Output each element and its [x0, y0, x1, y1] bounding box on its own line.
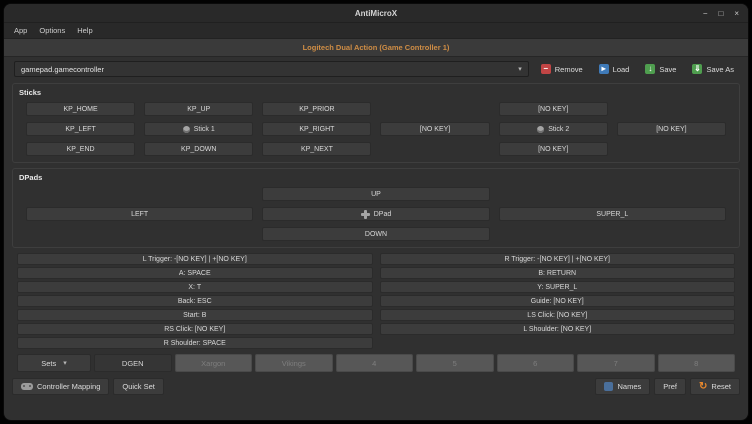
menu-app[interactable]: App [8, 26, 33, 35]
stick1-up-button[interactable]: KP_UP [144, 102, 253, 116]
window-controls: − □ × [703, 9, 739, 18]
b-button[interactable]: B: RETURN [380, 267, 736, 279]
load-label: Load [613, 65, 630, 74]
stick2-center-button[interactable]: Stick 2 [499, 122, 608, 136]
save-icon: ↓ [645, 64, 655, 74]
profile-toolbar: gamepad.gamecontroller ▾ − Remove ▸ Load… [4, 57, 748, 81]
set-button-8[interactable]: 8 [658, 354, 736, 372]
sticks-group: Sticks KP_HOME KP_UP KP_PRIOR [NO KEY] K… [12, 83, 740, 163]
remove-button[interactable]: − Remove [537, 62, 587, 76]
set-button-dgen[interactable]: DGEN [94, 354, 172, 372]
load-button[interactable]: ▸ Load [595, 62, 634, 76]
close-icon[interactable]: × [734, 9, 739, 18]
stick1-down-button[interactable]: KP_DOWN [144, 142, 253, 156]
profile-combobox-value: gamepad.gamecontroller [21, 65, 104, 74]
stick1-up-right-button[interactable]: KP_PRIOR [262, 102, 371, 116]
stick1-down-left-button[interactable]: KP_END [26, 142, 135, 156]
set-button-4[interactable]: 4 [336, 354, 414, 372]
dpad-right-button[interactable]: SUPER_L [499, 207, 726, 221]
sets-label: Sets [41, 359, 56, 368]
quick-set-button[interactable]: Quick Set [113, 378, 164, 395]
window-title: AntiMicroX [4, 9, 748, 18]
l-trigger-button[interactable]: L Trigger: -[NO KEY] | +[NO KEY] [17, 253, 373, 265]
sticks-group-title: Sticks [19, 88, 726, 97]
dpad-left-button[interactable]: LEFT [26, 207, 253, 221]
save-button[interactable]: ↓ Save [641, 62, 680, 76]
stick2-right-button[interactable]: [NO KEY] [617, 122, 726, 136]
pref-button[interactable]: Pref [654, 378, 686, 395]
names-label: Names [617, 382, 641, 391]
reset-label: Reset [711, 382, 731, 391]
remove-icon: − [541, 64, 551, 74]
bottom-bar: Controller Mapping Quick Set Names Pref … [4, 375, 748, 398]
r-shoulder-button[interactable]: R Shoulder: SPACE [17, 337, 373, 349]
sticks-grid: KP_HOME KP_UP KP_PRIOR [NO KEY] KP_LEFT … [26, 102, 726, 156]
stick2-up-button[interactable]: [NO KEY] [499, 102, 608, 116]
a-button[interactable]: A: SPACE [17, 267, 373, 279]
minimize-icon[interactable]: − [703, 9, 708, 18]
controller-tab-label: Logitech Dual Action (Game Controller 1) [303, 43, 450, 52]
gamepad-icon [21, 383, 33, 390]
stick1-label: Stick 1 [194, 126, 215, 133]
app-window: AntiMicroX − □ × App Options Help Logite… [4, 4, 748, 420]
dpad-up-button[interactable]: UP [262, 187, 489, 201]
dpads-group: DPads UP LEFT DPad SUPER_L DOWN [12, 168, 740, 248]
dpad-center-button[interactable]: DPad [262, 207, 489, 221]
dpad-grid: UP LEFT DPad SUPER_L DOWN [26, 187, 726, 241]
button-assignment-list: L Trigger: -[NO KEY] | +[NO KEY] R Trigg… [17, 253, 735, 349]
controller-tab[interactable]: Logitech Dual Action (Game Controller 1) [4, 39, 748, 57]
menu-help[interactable]: Help [71, 26, 98, 35]
set-button-vikings[interactable]: Vikings [255, 354, 333, 372]
stick1-down-right-button[interactable]: KP_NEXT [262, 142, 371, 156]
reset-icon: ↻ [699, 382, 707, 392]
dpad-icon [361, 210, 370, 219]
back-button[interactable]: Back: ESC [17, 295, 373, 307]
dpads-group-title: DPads [19, 173, 726, 182]
r-trigger-button[interactable]: R Trigger: -[NO KEY] | +[NO KEY] [380, 253, 736, 265]
start-button[interactable]: Start: B [17, 309, 373, 321]
save-as-icon: ⇓ [692, 64, 702, 74]
stick2-label: Stick 2 [548, 126, 569, 133]
chevron-down-icon: ▾ [512, 65, 522, 73]
stick1-left-button[interactable]: KP_LEFT [26, 122, 135, 136]
set-button-xargon[interactable]: Xargon [175, 354, 253, 372]
names-icon [604, 382, 613, 391]
controller-mapping-label: Controller Mapping [37, 382, 100, 391]
stick1-up-left-button[interactable]: KP_HOME [26, 102, 135, 116]
x-button[interactable]: X: T [17, 281, 373, 293]
reset-button[interactable]: ↻ Reset [690, 378, 740, 395]
set-button-5[interactable]: 5 [416, 354, 494, 372]
menu-options[interactable]: Options [33, 26, 71, 35]
set-button-6[interactable]: 6 [497, 354, 575, 372]
remove-label: Remove [555, 65, 583, 74]
l-shoulder-button[interactable]: L Shoulder: [NO KEY] [380, 323, 736, 335]
guide-button[interactable]: Guide: [NO KEY] [380, 295, 736, 307]
names-button[interactable]: Names [595, 378, 650, 395]
load-icon: ▸ [599, 64, 609, 74]
controller-mapping-button[interactable]: Controller Mapping [12, 378, 109, 395]
save-label: Save [659, 65, 676, 74]
save-as-label: Save As [706, 65, 734, 74]
stick1-center-button[interactable]: Stick 1 [144, 122, 253, 136]
profile-combobox[interactable]: gamepad.gamecontroller ▾ [14, 61, 529, 77]
joystick-icon [183, 126, 190, 133]
set-button-7[interactable]: 7 [577, 354, 655, 372]
rs-click-button[interactable]: RS Click: [NO KEY] [17, 323, 373, 335]
sets-dropdown-button[interactable]: Sets ▾ [17, 354, 91, 372]
dpad-label: DPad [374, 211, 392, 218]
menu-bar: App Options Help [4, 23, 748, 39]
save-as-button[interactable]: ⇓ Save As [688, 62, 738, 76]
title-bar: AntiMicroX − □ × [4, 4, 748, 23]
stick1-right-button[interactable]: KP_RIGHT [262, 122, 371, 136]
stick2-down-button[interactable]: [NO KEY] [499, 142, 608, 156]
sets-row: Sets ▾ DGEN Xargon Vikings 4 5 6 7 8 [17, 354, 735, 372]
joystick-icon [537, 126, 544, 133]
ls-click-button[interactable]: LS Click: [NO KEY] [380, 309, 736, 321]
maximize-icon[interactable]: □ [718, 9, 723, 18]
chevron-down-icon: ▾ [63, 360, 67, 367]
y-button[interactable]: Y: SUPER_L [380, 281, 736, 293]
stick2-left-button[interactable]: [NO KEY] [380, 122, 489, 136]
dpad-down-button[interactable]: DOWN [262, 227, 489, 241]
